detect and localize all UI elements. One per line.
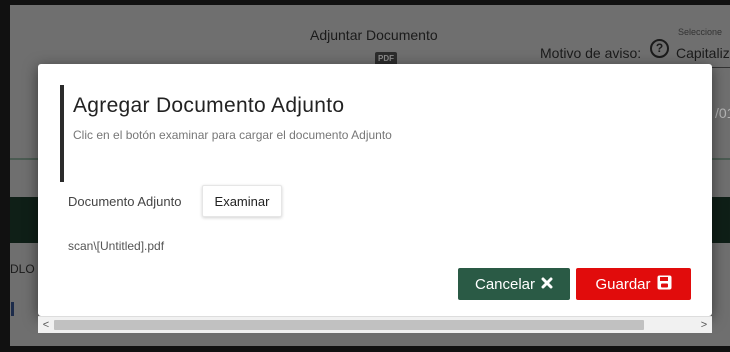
- cancel-button[interactable]: Cancelar: [458, 268, 570, 300]
- save-button-label: Guardar: [595, 275, 651, 293]
- motivo-label: Motivo de aviso:: [540, 45, 642, 61]
- modal-title: Agregar Documento Adjunto: [73, 94, 345, 117]
- help-icon[interactable]: ?: [650, 39, 669, 58]
- attach-document-modal: Agregar Documento Adjunto Clic en el bot…: [38, 64, 712, 333]
- scroll-right-arrow[interactable]: >: [696, 317, 712, 333]
- cancel-button-label: Cancelar: [474, 275, 536, 293]
- close-icon: [541, 276, 553, 293]
- background-page-title: Adjuntar Documento: [310, 27, 438, 43]
- document-label: Documento Adjunto: [68, 194, 182, 209]
- scroll-thumb[interactable]: [54, 320, 644, 330]
- motivo-select-caption: Seleccione: [678, 27, 723, 37]
- browse-button[interactable]: Examinar: [202, 185, 282, 217]
- motivo-select[interactable]: Capitaliz: [676, 45, 730, 61]
- modal-title-accent: [60, 85, 64, 182]
- floppy-disk-icon: [657, 275, 672, 294]
- background-side-marker: [11, 302, 14, 316]
- scroll-left-arrow[interactable]: <: [38, 317, 54, 333]
- save-button[interactable]: Guardar: [576, 268, 691, 300]
- background-date-fragment: /01: [715, 105, 730, 121]
- horizontal-scrollbar[interactable]: < >: [38, 316, 712, 333]
- background-side-text: DLO: [10, 262, 35, 276]
- modal-subtitle: Clic en el botón examinar para cargar el…: [73, 128, 392, 142]
- screenshot-frame: Adjuntar Documento PDF Motivo de aviso: …: [0, 0, 730, 352]
- selected-file-name: scan\[Untitled].pdf: [68, 239, 165, 253]
